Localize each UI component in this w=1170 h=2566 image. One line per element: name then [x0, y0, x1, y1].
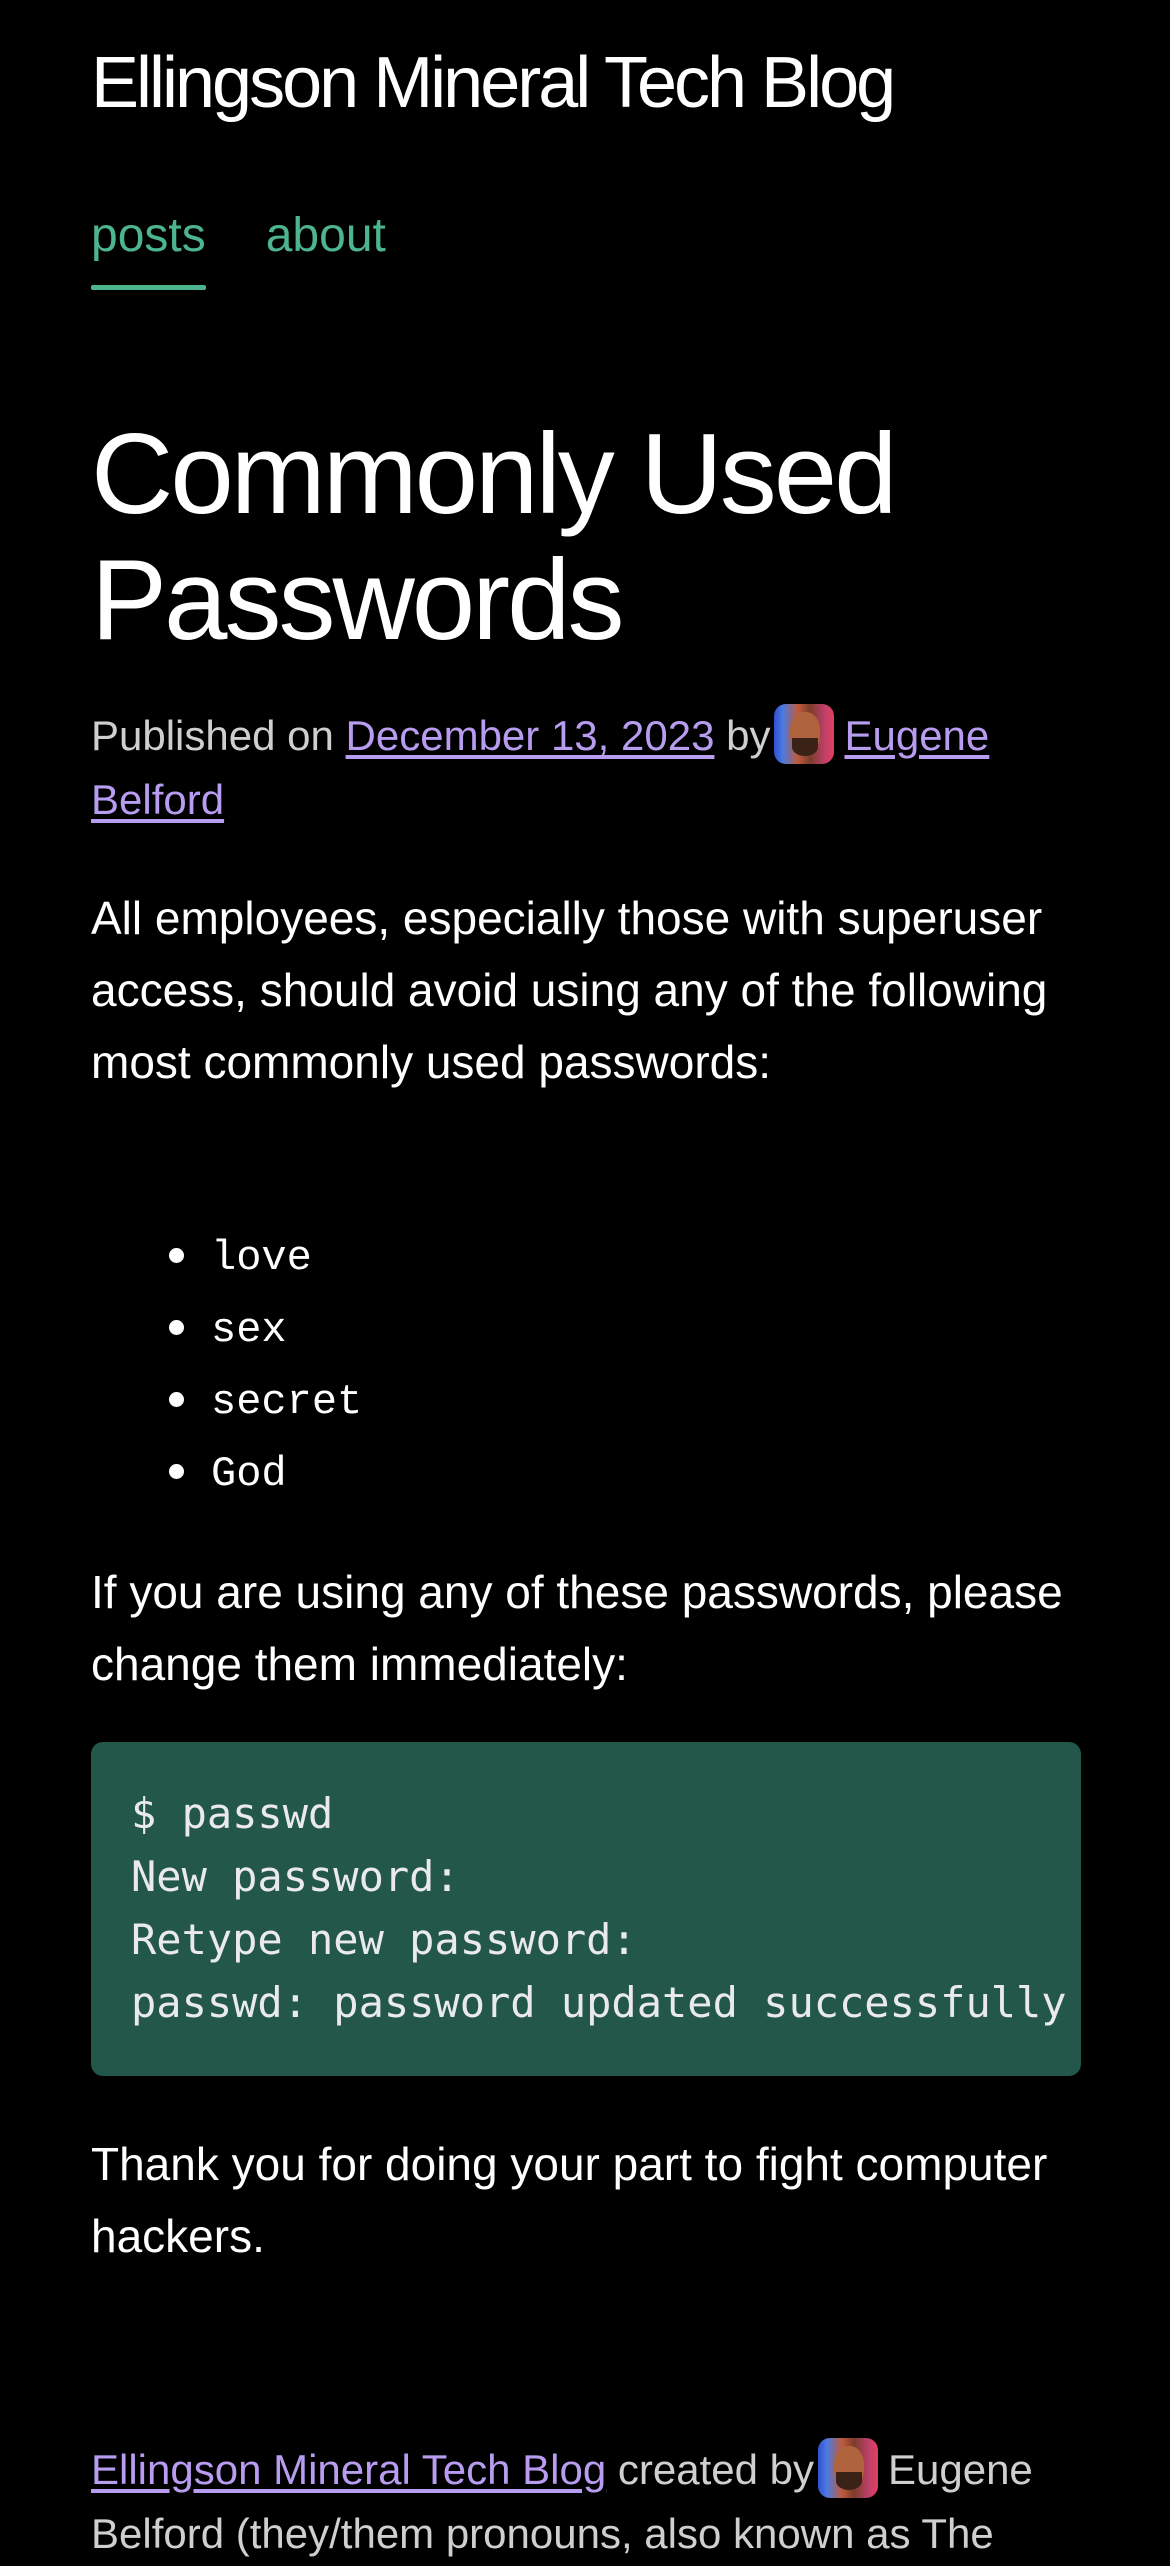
bullet-icon: [169, 1392, 184, 1407]
footer: Ellingson Mineral Tech Blog created by Eu…: [91, 2438, 1081, 2566]
published-label: Published on: [91, 712, 334, 759]
list-item: God: [91, 1435, 362, 1507]
code-line: Retype new password:: [131, 1915, 637, 1964]
change-paragraph: If you are using any of these passwords,…: [91, 1566, 1063, 1690]
list-item: sex: [91, 1291, 362, 1363]
by-label: by: [726, 712, 771, 759]
main-nav: posts about: [91, 206, 386, 290]
code-line: New password:: [131, 1852, 460, 1901]
footer-site-link[interactable]: Ellingson Mineral Tech Blog: [91, 2446, 606, 2493]
post-date-link[interactable]: December 13, 2023: [346, 712, 715, 759]
password-code: love: [211, 1234, 312, 1282]
code-line: $ passwd: [131, 1789, 334, 1838]
list-item: love: [91, 1219, 362, 1291]
footer-created-by: created by: [617, 2446, 814, 2493]
bullet-icon: [169, 1464, 184, 1479]
password-code: secret: [211, 1378, 363, 1426]
password-list: love sex secret God: [91, 1219, 362, 1507]
list-item: secret: [91, 1363, 362, 1435]
password-code: sex: [211, 1306, 287, 1354]
site-title[interactable]: Ellingson Mineral Tech Blog: [91, 38, 896, 128]
code-block[interactable]: $ passwd New password: Retype new passwo…: [91, 1742, 1081, 2076]
bullet-icon: [169, 1248, 184, 1263]
post-title: Commonly Used Passwords: [91, 411, 898, 664]
code-line: passwd: password updated successfully: [131, 1978, 1067, 2027]
bullet-icon: [169, 1320, 184, 1335]
nav-item-about[interactable]: about: [266, 206, 386, 290]
closing-paragraph: Thank you for doing your part to fight c…: [91, 2138, 1048, 2262]
footer-avatar-icon: [817, 2438, 878, 2498]
author-avatar-icon: [774, 704, 835, 764]
intro-paragraph: All employees, especially those with sup…: [91, 892, 1048, 1088]
nav-item-posts[interactable]: posts: [91, 206, 206, 290]
password-code: God: [211, 1450, 287, 1498]
post-meta: Published on December 13, 2023 by Eugene …: [91, 704, 1081, 832]
